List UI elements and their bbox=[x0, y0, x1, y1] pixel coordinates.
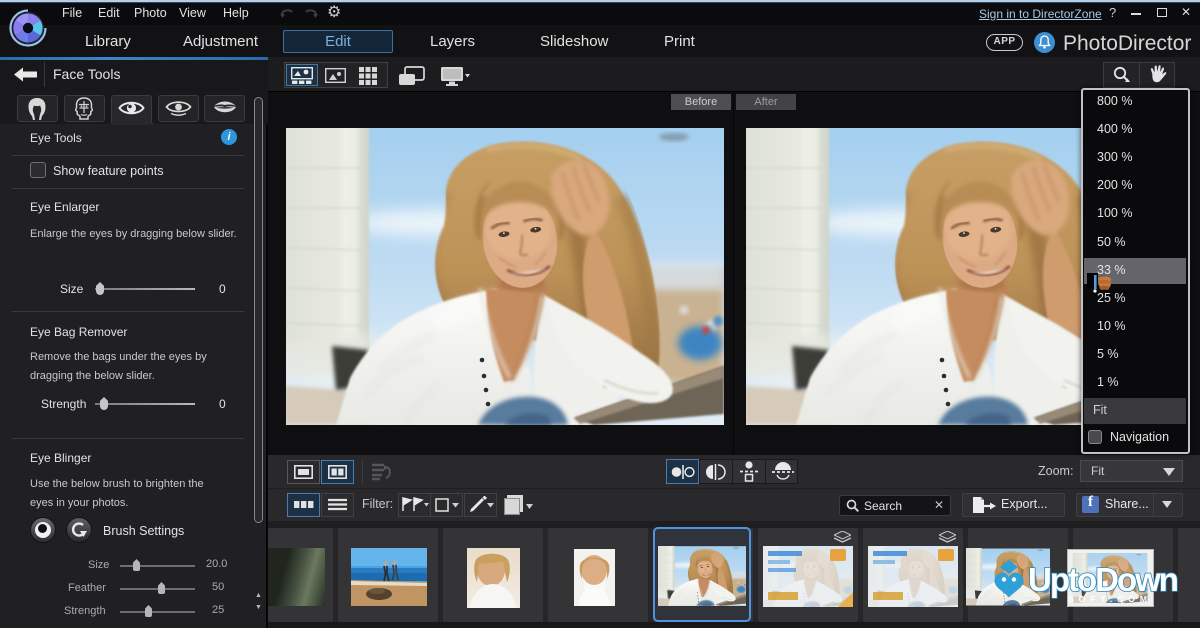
svg-text:SOFT.COM: SOFT.COM bbox=[1068, 594, 1152, 604]
svg-text:UptoDown: UptoDown bbox=[1028, 561, 1178, 598]
